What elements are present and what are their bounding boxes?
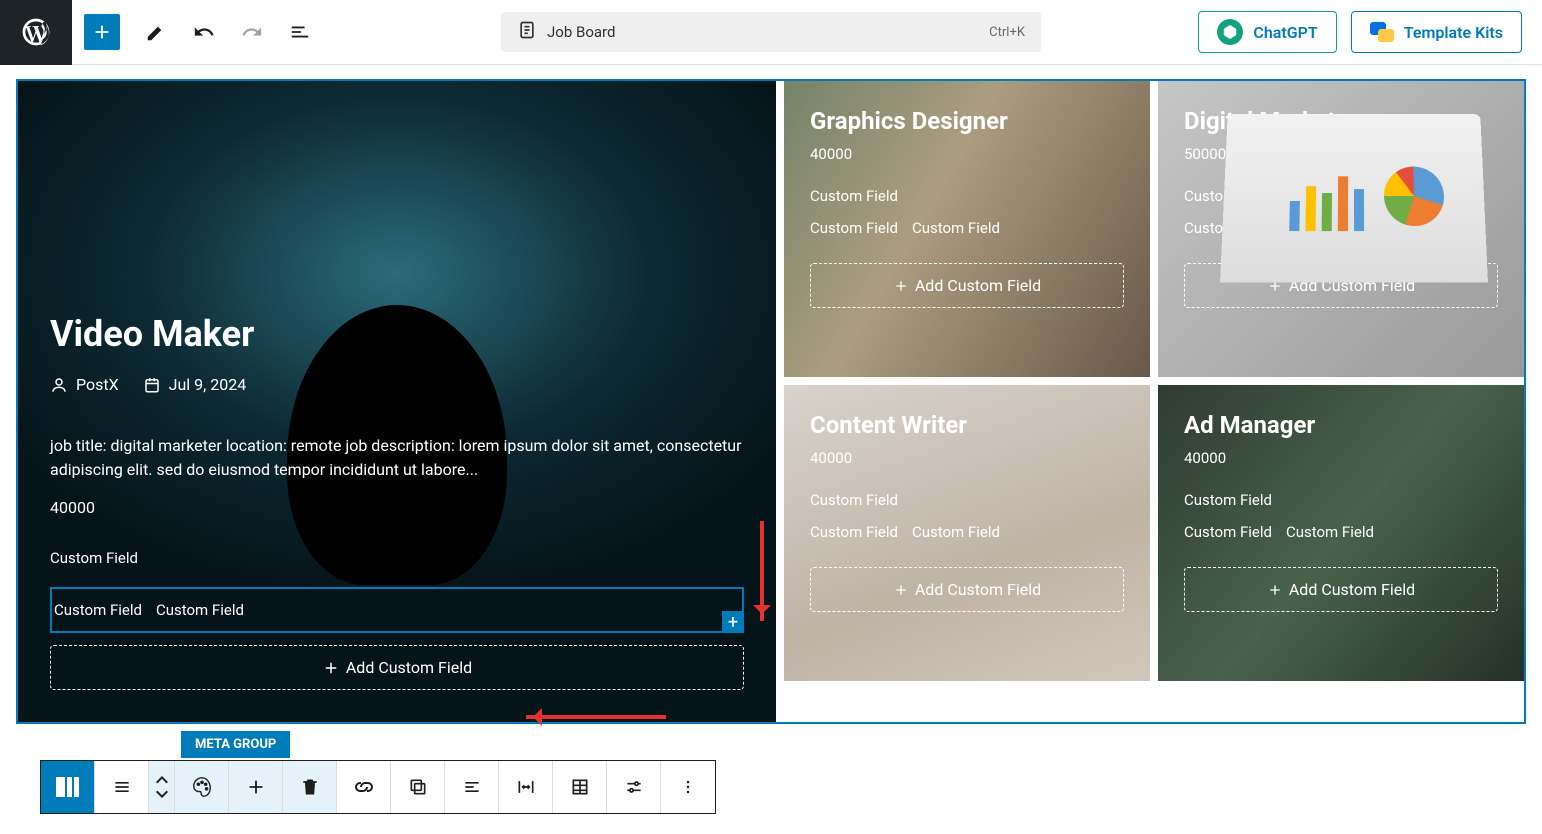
align-left-button[interactable] — [445, 761, 499, 813]
post-grid-block[interactable]: Video Maker PostX Jul 9, 2024 job title:… — [16, 79, 1526, 724]
chatgpt-button[interactable]: ChatGPT — [1198, 11, 1336, 53]
date-meta[interactable]: Jul 9, 2024 — [143, 375, 247, 394]
card-title[interactable]: Graphics Designer — [810, 107, 1124, 135]
template-kits-icon — [1370, 22, 1394, 42]
plus-icon — [1267, 582, 1283, 598]
side-cards: Graphics Designer 40000 Custom Field Cus… — [784, 81, 1524, 722]
block-toolbar: META GROUP — [40, 760, 716, 814]
bar-chart-icon — [1289, 171, 1364, 231]
laptop-illustration — [1220, 114, 1488, 282]
more-options-button[interactable] — [661, 761, 715, 813]
annotation-arrow — [760, 521, 764, 621]
user-icon — [50, 376, 68, 394]
post-card[interactable]: Content Writer 40000 Custom Field Custom… — [784, 385, 1150, 681]
plus-icon — [893, 278, 909, 294]
delete-button[interactable] — [283, 761, 337, 813]
template-kits-button[interactable]: Template Kits — [1351, 11, 1522, 53]
card-title[interactable]: Content Writer — [810, 411, 1124, 439]
calendar-icon — [143, 376, 161, 394]
custom-field[interactable]: Custom Field — [1286, 521, 1374, 543]
custom-field-salary[interactable]: 40000 — [810, 145, 1124, 163]
add-custom-field-button[interactable]: Add Custom Field — [50, 645, 744, 690]
post-excerpt[interactable]: job title: digital marketer location: re… — [50, 434, 744, 482]
custom-field[interactable]: Custom Field — [810, 185, 1124, 207]
add-custom-field-button[interactable]: Add Custom Field — [810, 567, 1124, 612]
main-post-card[interactable]: Video Maker PostX Jul 9, 2024 job title:… — [18, 81, 776, 722]
editor-toolbar: Job Board Ctrl+K ChatGPT Template Kits — [0, 0, 1542, 65]
align-button[interactable] — [95, 761, 149, 813]
post-card[interactable]: Ad Manager 40000 Custom Field Custom Fie… — [1158, 385, 1524, 681]
custom-field[interactable]: Custom Field — [810, 217, 898, 239]
annotation-arrow — [526, 715, 666, 719]
undo-button[interactable] — [180, 8, 228, 56]
block-type-button[interactable] — [41, 761, 95, 813]
post-title[interactable]: Video Maker — [50, 313, 744, 355]
keyboard-shortcut: Ctrl+K — [989, 25, 1025, 40]
custom-field-salary[interactable]: 40000 — [1184, 449, 1498, 467]
chatgpt-icon — [1217, 19, 1243, 45]
table-button[interactable] — [553, 761, 607, 813]
add-block-button[interactable] — [84, 14, 120, 50]
move-up-down-button[interactable] — [149, 761, 175, 813]
plus-icon — [893, 582, 909, 598]
custom-field[interactable]: Custom Field — [50, 547, 744, 569]
pie-chart-icon — [1384, 167, 1445, 226]
add-custom-field-button[interactable]: Add Custom Field — [1184, 567, 1498, 612]
custom-field[interactable]: Custom Field — [156, 599, 244, 621]
settings-button[interactable] — [607, 761, 661, 813]
custom-field[interactable]: Custom Field — [912, 521, 1000, 543]
custom-field-salary[interactable]: 40000 — [50, 498, 744, 517]
custom-field-salary[interactable]: 40000 — [810, 449, 1124, 467]
meta-group-selected[interactable]: Custom Field Custom Field + — [50, 587, 744, 633]
custom-field[interactable]: Custom Field — [810, 521, 898, 543]
post-card[interactable]: Graphics Designer 40000 Custom Field Cus… — [784, 81, 1150, 377]
list-view-button[interactable] — [276, 8, 324, 56]
plus-icon — [322, 659, 340, 677]
link-button[interactable] — [337, 761, 391, 813]
add-custom-field-button[interactable]: Add Custom Field — [810, 263, 1124, 308]
width-button[interactable] — [499, 761, 553, 813]
custom-field[interactable]: Custom Field — [1184, 521, 1272, 543]
wordpress-logo[interactable] — [0, 0, 72, 65]
edit-mode-button[interactable] — [132, 8, 180, 56]
post-meta: PostX Jul 9, 2024 — [50, 375, 744, 394]
post-card[interactable]: Digital Marketer 50000 Custom Field Cust… — [1158, 81, 1524, 377]
block-label: META GROUP — [181, 731, 290, 758]
color-button[interactable] — [175, 761, 229, 813]
add-button[interactable] — [229, 761, 283, 813]
author-meta[interactable]: PostX — [50, 375, 119, 394]
add-inline-button[interactable]: + — [722, 611, 744, 633]
duplicate-button[interactable] — [391, 761, 445, 813]
custom-field[interactable]: Custom Field — [810, 489, 1124, 511]
custom-field[interactable]: Custom Field — [1184, 489, 1498, 511]
document-icon — [517, 20, 537, 44]
redo-button[interactable] — [228, 8, 276, 56]
editor-canvas: Video Maker PostX Jul 9, 2024 job title:… — [0, 65, 1542, 764]
card-title[interactable]: Ad Manager — [1184, 411, 1498, 439]
page-title-bar[interactable]: Job Board Ctrl+K — [501, 12, 1041, 52]
page-title: Job Board — [547, 23, 615, 41]
custom-field[interactable]: Custom Field — [912, 217, 1000, 239]
custom-field[interactable]: Custom Field — [54, 599, 142, 621]
